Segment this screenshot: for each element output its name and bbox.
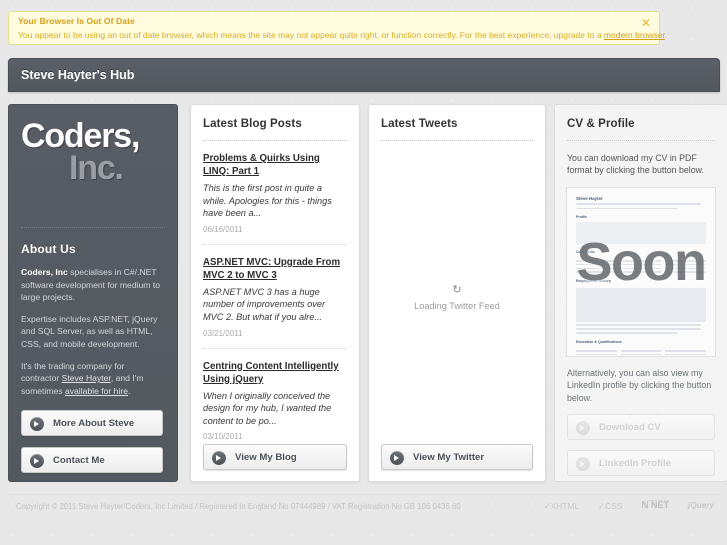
css-badge[interactable]: ✓CSS bbox=[598, 501, 622, 511]
coders-inc-logo: Coders, Inc. bbox=[9, 105, 177, 213]
banner-title: Your Browser Is Out Of Date bbox=[18, 16, 135, 26]
divider bbox=[381, 140, 533, 141]
view-my-blog-label: View My Blog bbox=[235, 452, 297, 463]
decorative-line bbox=[576, 324, 701, 326]
decorative-line bbox=[620, 350, 662, 352]
cv-panel: CV & Profile You can download my CV in P… bbox=[554, 104, 727, 482]
tweets-heading: Latest Tweets bbox=[381, 118, 458, 130]
tweets-button-area: View My Twitter bbox=[381, 444, 533, 470]
list-item: Centring Content Intelligently Using jQu… bbox=[203, 347, 347, 442]
download-cv-button[interactable]: Download CV bbox=[567, 414, 715, 441]
linkedin-profile-label: LinkedIn Profile bbox=[599, 458, 671, 470]
cv-buttons: Download CV LinkedIn Profile bbox=[555, 414, 727, 477]
arrow-circle-icon bbox=[576, 457, 590, 472]
decorative-line bbox=[576, 353, 617, 356]
dotnet-badge[interactable]: ℕ ̅N̅E̅T̅ bbox=[641, 500, 669, 511]
blog-button-area: View My Blog bbox=[203, 444, 347, 470]
banner-message-tail: . bbox=[664, 30, 668, 40]
decorative-line bbox=[620, 353, 662, 356]
blog-post-title[interactable]: ASP.NET MVC: Upgrade From MVC 2 to MVC 3 bbox=[203, 256, 347, 282]
decorative-line bbox=[576, 350, 617, 352]
cv-education-column bbox=[665, 348, 707, 356]
cv-description: You can download my CV in PDF format by … bbox=[567, 153, 704, 176]
blog-post-list: Problems & Quirks Using LINQ: Part 1 Thi… bbox=[191, 141, 359, 441]
company-name: Coders, Inc bbox=[21, 267, 68, 277]
blog-post-title[interactable]: Problems & Quirks Using LINQ: Part 1 bbox=[203, 152, 347, 178]
cv-preview-name: Steve Hayter bbox=[576, 195, 603, 201]
about-panel: Coders, Inc. About Us Coders, Inc specia… bbox=[8, 104, 178, 482]
contact-me-button[interactable]: Contact Me bbox=[21, 447, 163, 474]
blog-post-title[interactable]: Centring Content Intelligently Using jQu… bbox=[203, 360, 347, 386]
page-title: Steve Hayter's Hub bbox=[21, 68, 135, 82]
blog-post-date: 06/16/2011 bbox=[203, 224, 243, 234]
cv-education-column bbox=[620, 348, 662, 356]
cv-education-columns bbox=[576, 348, 707, 356]
close-icon[interactable]: ✕ bbox=[641, 17, 651, 29]
blog-post-excerpt: This is the first post in quite a while.… bbox=[203, 183, 332, 219]
blog-post-date: 03/21/2011 bbox=[203, 328, 243, 338]
view-my-twitter-label: View My Twitter bbox=[413, 452, 485, 463]
about-paragraph-2: Expertise includes ASP.NET, jQuery and S… bbox=[21, 313, 158, 349]
cv-heading: CV & Profile bbox=[567, 118, 635, 130]
decorative-line bbox=[576, 332, 678, 335]
more-about-steve-label: More About Steve bbox=[53, 418, 135, 430]
modern-browser-link[interactable]: modern browser bbox=[604, 30, 665, 40]
about-us-body: Coders, Inc specialises in C#/.NET softw… bbox=[9, 256, 177, 397]
view-my-blog-button[interactable]: View My Blog bbox=[203, 444, 347, 470]
about-us-heading: About Us bbox=[21, 242, 76, 256]
about-paragraph-1: Coders, Inc specialises in C#/.NET softw… bbox=[21, 266, 163, 304]
refresh-icon: ↻ bbox=[452, 283, 462, 296]
decorative-line bbox=[576, 328, 701, 330]
list-item: ASP.NET MVC: Upgrade From MVC 2 to MVC 3… bbox=[203, 243, 347, 338]
contact-me-label: Contact Me bbox=[53, 455, 105, 467]
xhtml-badge[interactable]: ✓XHTML bbox=[544, 501, 579, 511]
arrow-circle-icon bbox=[212, 451, 226, 465]
blog-post-excerpt: When I originally conceived the design f… bbox=[203, 390, 332, 426]
arrow-circle-icon bbox=[30, 417, 44, 432]
cv-section-heading: Profile bbox=[576, 215, 588, 220]
view-my-twitter-button[interactable]: View My Twitter bbox=[381, 444, 533, 470]
tweets-panel: Latest Tweets ↻ Loading Twitter Feed Vie… bbox=[368, 104, 546, 482]
sidebar-buttons: More About Steve Contact Me bbox=[9, 406, 177, 474]
twitter-loading-state: ↻ Loading Twitter Feed bbox=[369, 283, 545, 311]
decorative-line bbox=[665, 350, 707, 352]
linkedin-description: Alternatively, you can also view my Link… bbox=[567, 367, 712, 403]
jquery-badge[interactable]: jQuery bbox=[688, 501, 714, 510]
about-paragraph-3-after: . bbox=[128, 385, 131, 396]
blog-post-excerpt: ASP.NET MVC 3 has a huge number of impro… bbox=[203, 286, 326, 322]
more-about-steve-button[interactable]: More About Steve bbox=[21, 410, 163, 437]
linkedin-profile-button[interactable]: LinkedIn Profile bbox=[567, 450, 715, 477]
steve-hayter-link[interactable]: Steve Hayter bbox=[62, 373, 111, 383]
decorative-line bbox=[576, 207, 678, 210]
browser-out-of-date-banner: Your Browser Is Out Of Date You appear t… bbox=[8, 11, 667, 45]
cv-preview[interactable]: Steve Hayter Profile Core Skills Employm… bbox=[566, 186, 716, 357]
footer-badges: ✓XHTML ✓CSS ℕ ̅N̅E̅T̅ jQuery bbox=[544, 500, 714, 511]
arrow-circle-icon bbox=[30, 454, 44, 469]
about-paragraph-3: It's the trading company for contractor … bbox=[21, 360, 163, 398]
site-header: Steve Hayter's Hub bbox=[8, 58, 720, 92]
decorative-line bbox=[665, 353, 707, 356]
site-footer: Copyright © 2011 Steve Hayter/Coders, In… bbox=[8, 494, 720, 518]
blog-panel: Latest Blog Posts Problems & Quirks Usin… bbox=[190, 104, 360, 482]
cv-preview-contact bbox=[705, 196, 706, 200]
cv-section-heading: Education & Qualifications bbox=[576, 340, 622, 345]
copyright-text: Copyright © 2011 Steve Hayter/Coders, In… bbox=[16, 502, 461, 511]
blog-heading: Latest Blog Posts bbox=[203, 118, 302, 130]
blog-post-date: 03/10/2011 bbox=[203, 432, 243, 442]
logo-line-2: Inc. bbox=[69, 149, 124, 187]
available-for-hire-link[interactable]: available for hire bbox=[65, 386, 128, 396]
banner-message-text: You appear to be using an out of date br… bbox=[18, 30, 604, 40]
download-cv-label: Download CV bbox=[599, 422, 661, 434]
cv-education-column bbox=[576, 348, 617, 356]
arrow-circle-icon bbox=[576, 421, 590, 436]
coming-soon-overlay: Soon bbox=[576, 231, 707, 292]
decorative-line bbox=[576, 203, 701, 205]
arrow-circle-icon bbox=[390, 451, 404, 465]
twitter-loading-label: Loading Twitter Feed bbox=[414, 301, 500, 311]
banner-message: You appear to be using an out of date br… bbox=[18, 30, 667, 40]
list-item: Problems & Quirks Using LINQ: Part 1 Thi… bbox=[203, 141, 347, 234]
